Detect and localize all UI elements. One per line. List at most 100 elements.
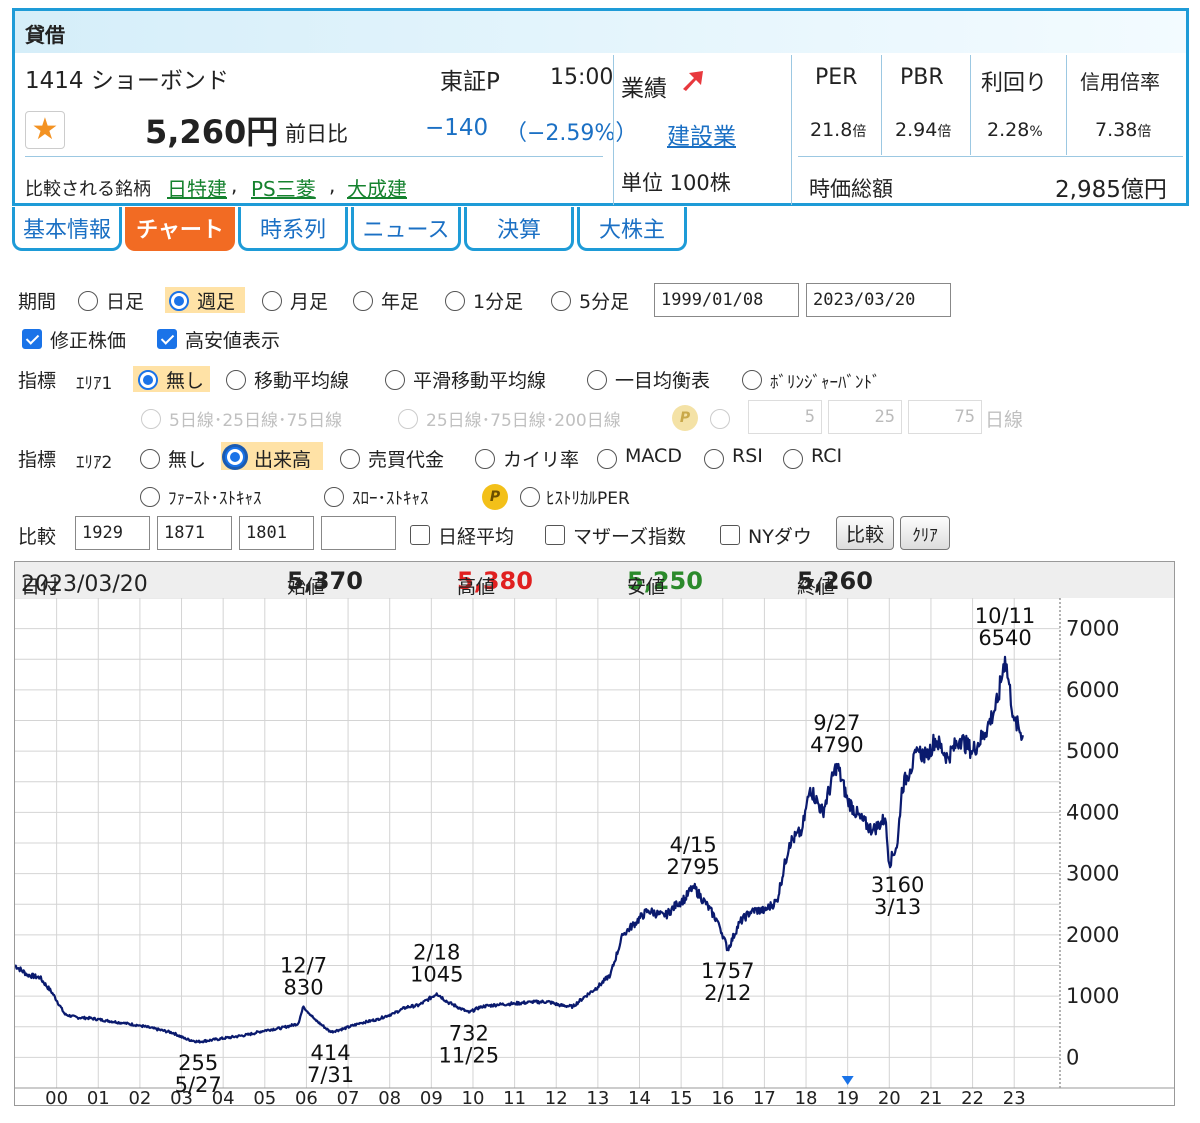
y-tick-label: 2000 (1066, 923, 1119, 947)
area2-radio-turnover[interactable] (340, 449, 360, 469)
ma-option-short: 5日線･25日線･75日線 (169, 411, 343, 431)
margin-badge-bar: 貸借 (15, 11, 1186, 53)
ma-radio-long[interactable] (398, 409, 418, 429)
area2-label: ｴﾘｱ2 (76, 453, 113, 473)
current-price: 5,260円 (145, 113, 279, 151)
ma-input-1[interactable]: 5 (748, 400, 822, 434)
period-option-1min: 1分足 (473, 291, 524, 313)
period-radio-1min[interactable] (445, 291, 465, 311)
area1-radio-bollinger[interactable] (742, 370, 762, 390)
metric-value-yield: 2.28% (987, 119, 1043, 141)
current-position-marker-icon (841, 1076, 854, 1085)
x-tick-label: 00 (45, 1088, 68, 1106)
period-radio-yearly[interactable] (353, 291, 373, 311)
area2-radio-slow-stoch[interactable] (324, 487, 344, 507)
area2-radio-fast-stoch[interactable] (140, 487, 160, 507)
y-tick-label: 4000 (1066, 800, 1119, 824)
ma-input-2[interactable]: 25 (828, 400, 902, 434)
compare-link-2[interactable]: PS三菱 (251, 173, 316, 202)
adjusted-price-checkbox[interactable] (22, 329, 42, 349)
area1-radio-sma[interactable] (385, 370, 405, 390)
tab-basic-info[interactable]: 基本情報 (12, 207, 122, 251)
ma-radio-custom[interactable] (710, 409, 730, 429)
y-tick-label: 7000 (1066, 617, 1119, 641)
area2-radio-rci[interactable] (783, 449, 803, 469)
tab-chart[interactable]: チャート (125, 207, 235, 251)
nydow-checkbox[interactable] (720, 525, 740, 545)
period-radio-daily[interactable] (78, 291, 98, 311)
mothers-label: マザーズ指数 (573, 526, 687, 548)
annotation-value: 1757 (701, 959, 754, 983)
x-tick-label: 06 (295, 1088, 318, 1106)
x-tick-label: 23 (1003, 1088, 1026, 1106)
compare-code-input-3[interactable]: 1801 (239, 516, 314, 550)
price-change-pct: （−2.59%） (505, 121, 638, 146)
premium-badge-icon: P (672, 405, 698, 431)
annotation-date: 7/31 (307, 1063, 354, 1087)
date-to-input[interactable]: 2023/03/20 (806, 283, 951, 317)
area1-radio-none[interactable] (138, 370, 158, 390)
annotation-date: 12/7 (280, 954, 327, 978)
ma-unit-label: 日線 (985, 409, 1024, 431)
compare-code-input-2[interactable]: 1871 (157, 516, 232, 550)
mothers-checkbox[interactable] (545, 525, 565, 545)
area2-radio-none[interactable] (140, 449, 160, 469)
tab-news[interactable]: ニュース (351, 207, 461, 251)
compare-link-3[interactable]: 大成建 (347, 173, 407, 202)
metric-name-yield: 利回り (981, 71, 1048, 96)
performance-label: 業績 (621, 76, 667, 102)
ohlc-open: 始値 5,370 (287, 567, 363, 598)
area2-option-volume: 出来高 (254, 449, 312, 471)
y-tick-label: 1000 (1066, 984, 1119, 1008)
area2-option-turnover: 売買代金 (368, 449, 445, 471)
trading-unit: 単位 100株 (621, 171, 731, 195)
period-radio-weekly[interactable] (169, 291, 189, 311)
compare-button[interactable]: 比較 (836, 516, 894, 550)
date-from-input[interactable]: 1999/01/08 (654, 283, 799, 317)
x-tick-label: 10 (462, 1088, 485, 1106)
annotation-value: 732 (449, 1022, 489, 1046)
y-tick-label: 0 (1066, 1045, 1079, 1069)
area1-option-sma: 平滑移動平均線 (413, 370, 547, 392)
change-label: 前日比 (285, 122, 348, 146)
clear-button[interactable]: ｸﾘｱ (900, 516, 950, 550)
metric-name-margin-ratio: 信用倍率 (1080, 70, 1160, 94)
y-tick-label: 3000 (1066, 862, 1119, 886)
metric-name-pbr: PBR (900, 65, 944, 90)
area1-radio-ichimoku[interactable] (587, 370, 607, 390)
tab-major-shareholders[interactable]: 大株主 (577, 207, 687, 251)
area2-radio-rsi[interactable] (704, 449, 724, 469)
area2-option-rsi: RSI (732, 445, 763, 467)
price-chart[interactable]: 00 01 02 03 04 05 06 07 08 09 10 11 12 13 14 15 16 17 18 19… (14, 598, 1175, 1106)
x-tick-label: 22 (961, 1088, 984, 1106)
high-low-label: 高安値表示 (185, 330, 281, 352)
industry-link[interactable]: 建設業 (667, 117, 736, 151)
ohlc-bar: 日付 2023/03/20 始値 5,370 高値 5,380 安値 5,250… (14, 561, 1175, 599)
compare-link-1[interactable]: 日特建 (167, 173, 227, 202)
nikkei-checkbox[interactable] (410, 525, 430, 545)
area2-radio-macd[interactable] (597, 449, 617, 469)
annotation-value: 1045 (410, 962, 463, 986)
x-tick-label: 07 (337, 1088, 360, 1106)
x-tick-label: 09 (420, 1088, 443, 1106)
area2-radio-deviation[interactable] (475, 449, 495, 469)
annotation-date: 2/18 (413, 940, 460, 964)
annotation-date: 9/27 (813, 711, 860, 735)
area2-radio-historical-per[interactable] (520, 487, 540, 507)
x-tick-label: 02 (128, 1088, 151, 1106)
compare-code-input-4[interactable] (321, 516, 396, 550)
ma-input-3[interactable]: 75 (908, 400, 982, 434)
favorite-button[interactable]: ★ (25, 111, 65, 149)
tab-earnings[interactable]: 決算 (464, 207, 574, 251)
period-radio-5min[interactable] (551, 291, 571, 311)
ma-radio-short[interactable] (141, 409, 161, 429)
high-low-checkbox[interactable] (157, 329, 177, 349)
area1-radio-ma[interactable] (226, 370, 246, 390)
tab-time-series[interactable]: 時系列 (238, 207, 348, 251)
period-radio-monthly[interactable] (262, 291, 282, 311)
area2-radio-volume[interactable] (225, 447, 245, 467)
compare-code-input-1[interactable]: 1929 (75, 516, 150, 550)
ohlc-low: 安値 5,250 (627, 567, 703, 598)
indicator-label-1: 指標 (18, 370, 57, 392)
compare-row-label: 比較 (18, 526, 57, 548)
